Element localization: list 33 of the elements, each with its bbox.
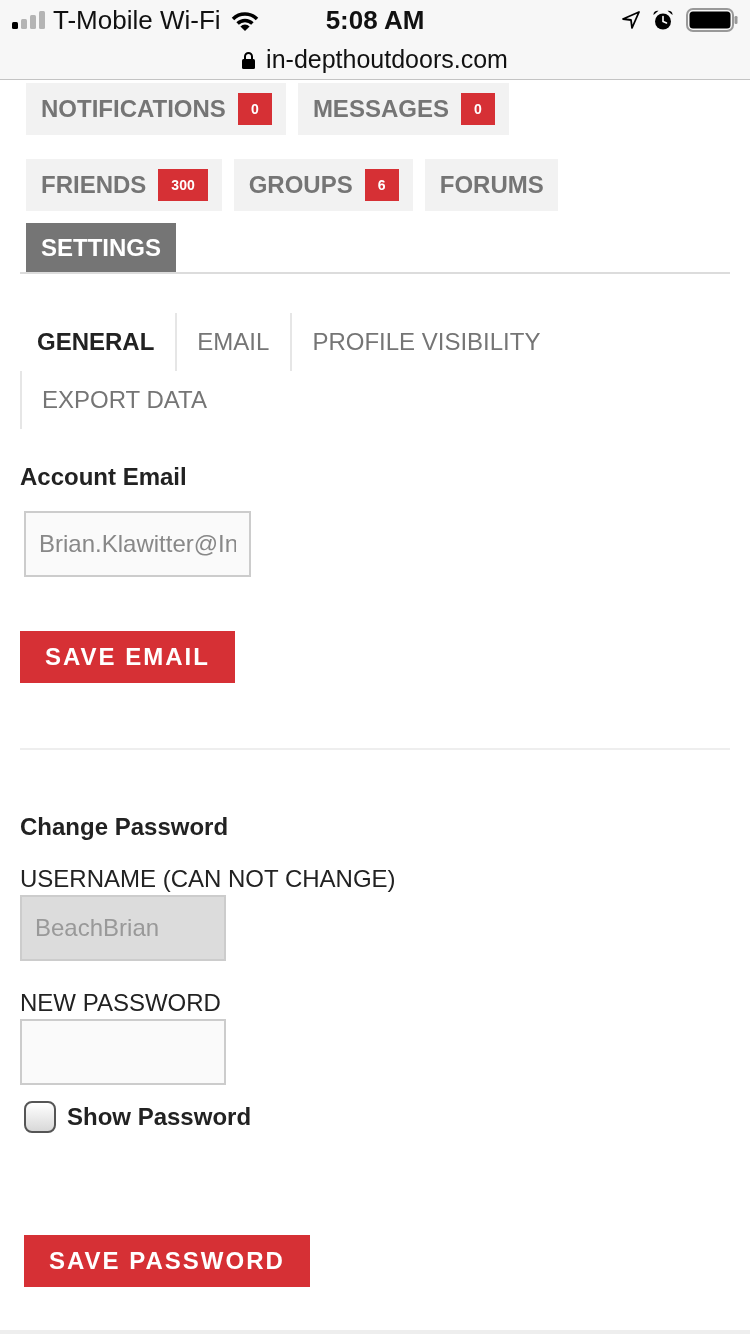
section-heading: Change Password [20, 813, 229, 841]
show-password-checkbox[interactable] [24, 1101, 56, 1133]
nav-tab[interactable]: MESSAGES 0 [297, 83, 509, 135]
location-arrow-icon [622, 11, 640, 29]
nav-tab[interactable]: GROUPS 6 [233, 159, 413, 211]
section-heading: Account Email [20, 463, 187, 491]
nav-tab[interactable]: FRIENDS 300 [26, 159, 222, 211]
subnav-link[interactable]: GENERAL [20, 313, 176, 371]
signal-icon [12, 11, 45, 29]
alarm-clock-icon [653, 10, 673, 30]
count-badge: 0 [237, 93, 272, 125]
subnav-link[interactable]: PROFILE VISIBILITY [290, 313, 562, 371]
nav-tab[interactable]: SETTINGS [26, 223, 176, 272]
carrier-name: T-Mobile Wi-Fi [53, 4, 221, 36]
subnav-link[interactable]: EMAIL [175, 313, 291, 371]
nav-tab[interactable]: FORUMS [424, 159, 558, 211]
lock-icon [242, 50, 256, 69]
url-text[interactable]: in-depthoutdoors.com [266, 45, 508, 74]
save-password-button[interactable]: SAVE PASSWORD [24, 1235, 310, 1287]
status-time: 5:08 AM [325, 4, 425, 36]
checkbox-label[interactable]: Show Password [67, 1103, 252, 1131]
wifi-icon [230, 9, 259, 31]
save-email-button[interactable]: SAVE EMAIL [20, 631, 235, 683]
count-badge: 300 [158, 169, 208, 201]
field-label: USERNAME (CAN NOT CHANGE) [20, 865, 396, 893]
field-label: NEW PASSWORD [20, 989, 221, 1017]
count-badge: 0 [460, 93, 495, 125]
password-field[interactable] [20, 1019, 226, 1085]
nav-tab[interactable]: NOTIFICATIONS 0 [26, 83, 286, 135]
battery-icon [686, 8, 738, 32]
count-badge: 6 [364, 169, 399, 201]
subnav-link[interactable]: EXPORT DATA [20, 371, 228, 429]
email-field[interactable]: Brian.Klawitter@In [24, 511, 251, 577]
